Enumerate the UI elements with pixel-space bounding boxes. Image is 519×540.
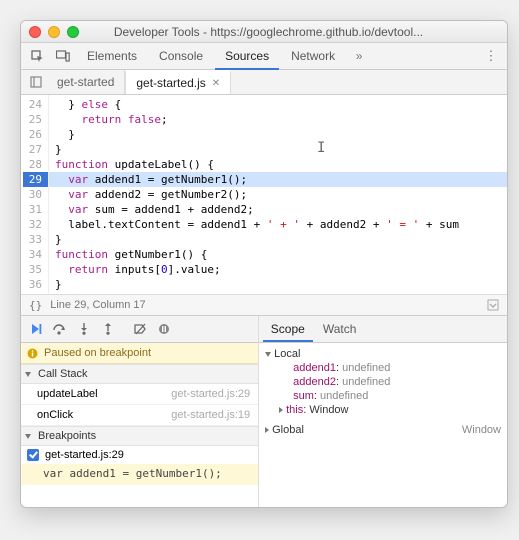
breakpoints-header[interactable]: Breakpoints — [21, 426, 258, 446]
callstack-frame[interactable]: onClick get-started.js:19 — [21, 405, 258, 426]
close-tab-icon[interactable]: ✕ — [212, 78, 220, 89]
disclosure-triangle-icon — [25, 434, 31, 439]
paused-banner: Paused on breakpoint — [21, 343, 258, 364]
step-over-icon[interactable] — [49, 319, 71, 339]
editor-status-bar: {} Line 29, Column 17 — [21, 294, 507, 316]
debug-lower-panes: Paused on breakpoint Call Stack updateLa… — [21, 343, 507, 507]
callstack-header[interactable]: Call Stack — [21, 364, 258, 384]
scope-var[interactable]: addend2: undefined — [265, 375, 501, 389]
scope-local[interactable]: Local — [265, 347, 501, 361]
pause-exceptions-icon[interactable] — [153, 319, 175, 339]
debug-toolbar-row: Scope Watch — [21, 316, 507, 343]
more-tabs-icon[interactable]: » — [347, 45, 371, 67]
info-icon — [27, 348, 38, 359]
braces-icon[interactable]: {} — [29, 299, 42, 312]
disclosure-triangle-icon — [279, 407, 283, 413]
scope-var[interactable]: addend1: undefined — [265, 361, 501, 375]
scope-tabs: Scope Watch — [259, 316, 507, 342]
devtools-window: Developer Tools - https://googlechrome.g… — [20, 20, 508, 508]
step-into-icon[interactable] — [73, 319, 95, 339]
scope-pane: Local addend1: undefined addend2: undefi… — [259, 343, 507, 507]
inspect-element-icon[interactable] — [25, 45, 49, 67]
code-area[interactable]: } else { return false; }}function update… — [49, 95, 507, 294]
tab-watch[interactable]: Watch — [315, 316, 365, 342]
close-window-icon[interactable] — [29, 26, 41, 38]
tab-network[interactable]: Network — [281, 43, 345, 70]
minimize-window-icon[interactable] — [48, 26, 60, 38]
file-tab-label: get-started.js — [136, 76, 205, 90]
debug-controls — [21, 316, 259, 342]
text-cursor-icon: 𝙸 — [317, 141, 325, 156]
callstack-frame[interactable]: updateLabel get-started.js:29 — [21, 384, 258, 405]
cursor-position: Line 29, Column 17 — [50, 299, 145, 311]
show-more-icon[interactable] — [487, 299, 499, 311]
maximize-window-icon[interactable] — [67, 26, 79, 38]
file-tab-row: get-started get-started.js ✕ — [21, 70, 507, 95]
scope-this[interactable]: this: Window — [265, 403, 501, 417]
disclosure-triangle-icon — [25, 372, 31, 377]
titlebar: Developer Tools - https://googlechrome.g… — [21, 21, 507, 43]
tab-console[interactable]: Console — [149, 43, 213, 70]
paused-text: Paused on breakpoint — [44, 347, 151, 359]
tab-sources[interactable]: Sources — [215, 43, 279, 70]
resume-icon[interactable] — [25, 319, 47, 339]
device-mode-icon[interactable] — [51, 45, 75, 67]
panel-toolbar: Elements Console Sources Network » ⋮ — [21, 43, 507, 70]
step-out-icon[interactable] — [97, 319, 119, 339]
file-tab-label: get-started — [57, 75, 114, 89]
frame-fn: onClick — [37, 409, 73, 421]
frame-loc: get-started.js:29 — [171, 388, 250, 400]
code-editor[interactable]: 24252627282930313233343536 } else { retu… — [21, 95, 507, 294]
navigator-toggle-icon[interactable] — [25, 70, 47, 94]
frame-loc: get-started.js:19 — [171, 409, 250, 421]
file-tab-get-started[interactable]: get-started — [47, 70, 125, 94]
tab-scope[interactable]: Scope — [263, 316, 313, 342]
breakpoint-checkbox[interactable] — [27, 449, 39, 461]
scope-global[interactable]: Global Window — [265, 423, 501, 437]
file-tab-get-started-js[interactable]: get-started.js ✕ — [125, 70, 231, 94]
disclosure-triangle-icon — [265, 427, 269, 433]
deactivate-breakpoints-icon[interactable] — [129, 319, 151, 339]
breakpoint-label: get-started.js:29 — [45, 449, 124, 461]
tab-elements[interactable]: Elements — [77, 43, 147, 70]
kebab-menu-icon[interactable]: ⋮ — [479, 45, 503, 67]
debug-left-pane: Paused on breakpoint Call Stack updateLa… — [21, 343, 259, 507]
window-title: Developer Tools - https://googlechrome.g… — [86, 25, 499, 39]
disclosure-triangle-icon — [265, 352, 271, 357]
breakpoint-row[interactable]: get-started.js:29 — [21, 446, 258, 464]
breakpoint-code: var addend1 = getNumber1(); — [21, 464, 258, 485]
scope-var[interactable]: sum: undefined — [265, 389, 501, 403]
frame-fn: updateLabel — [37, 388, 98, 400]
line-gutter: 24252627282930313233343536 — [21, 95, 49, 294]
